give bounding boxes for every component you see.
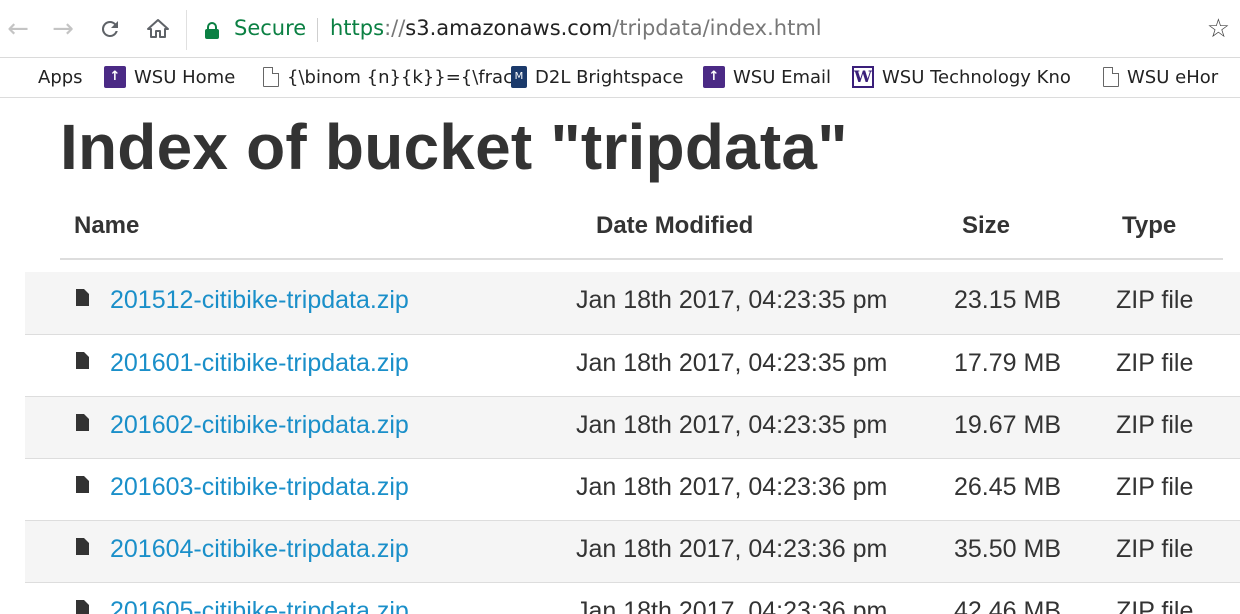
- url-divider: [317, 18, 318, 42]
- url-host: s3.amazonaws.com: [405, 16, 613, 40]
- table-row: 201601-citibike-tripdata.zip Jan 18th 20…: [25, 334, 1240, 396]
- url-separator: ://: [384, 16, 406, 40]
- file-icon: [76, 352, 89, 369]
- bookmark-label: D2L Brightspace: [535, 66, 684, 88]
- bookmark-label: WSU Technology Kno: [882, 66, 1071, 88]
- forward-arrow-icon[interactable]: →: [45, 10, 81, 48]
- file-icon: [76, 600, 89, 614]
- file-type: ZIP file: [1116, 349, 1194, 377]
- bookmark-wsu-email[interactable]: ↑ WSU Email: [703, 64, 831, 90]
- table-row: 201603-citibike-tripdata.zip Jan 18th 20…: [25, 458, 1240, 520]
- file-icon: [76, 538, 89, 555]
- file-date: Jan 18th 2017, 04:23:36 pm: [576, 473, 888, 501]
- bookmark-label: WSU eHor: [1127, 66, 1219, 88]
- column-header-size[interactable]: Size: [962, 212, 1010, 240]
- d2l-icon: M: [511, 66, 527, 88]
- wsu-logo-icon: ↑: [703, 66, 725, 88]
- w-logo-icon: W: [852, 66, 874, 88]
- column-header-name[interactable]: Name: [74, 212, 139, 240]
- bookmark-wsu-ehor[interactable]: WSU eHor: [1100, 64, 1218, 90]
- file-date: Jan 18th 2017, 04:23:35 pm: [576, 286, 888, 314]
- page-title: Index of bucket "tripdata": [60, 111, 848, 183]
- back-arrow-icon[interactable]: ←: [0, 10, 36, 48]
- wsu-logo-icon: ↑: [104, 66, 126, 88]
- bookmark-binom[interactable]: {\binom {n}{k}}={\frac: [260, 64, 513, 90]
- file-link[interactable]: 201603-citibike-tripdata.zip: [110, 473, 409, 502]
- file-size: 23.15 MB: [954, 286, 1062, 314]
- url-scheme: https: [330, 16, 385, 40]
- page-icon: [263, 67, 279, 87]
- file-link[interactable]: 201605-citibike-tripdata.zip: [110, 597, 409, 614]
- header-divider: [60, 258, 1223, 260]
- file-icon: [76, 476, 89, 493]
- file-icon: [76, 289, 89, 306]
- table-row: 201604-citibike-tripdata.zip Jan 18th 20…: [25, 520, 1240, 582]
- file-size: 35.50 MB: [954, 535, 1062, 563]
- bookmark-label: WSU Home: [134, 66, 236, 88]
- file-date: Jan 18th 2017, 04:23:35 pm: [576, 349, 888, 377]
- url-text[interactable]: https://s3.amazonaws.com/tripdata/index.…: [330, 16, 822, 40]
- reload-icon[interactable]: [92, 10, 128, 48]
- bookmark-label: Apps: [38, 66, 83, 88]
- browser-toolbar: ← → Secure https://s3.amazonaws.com/trip…: [0, 0, 1240, 58]
- secure-label: Secure: [234, 16, 307, 40]
- table-row: 201605-citibike-tripdata.zip Jan 18th 20…: [25, 582, 1240, 614]
- apps-grid-icon: [8, 66, 30, 88]
- file-type: ZIP file: [1116, 597, 1194, 614]
- file-date: Jan 18th 2017, 04:23:36 pm: [576, 535, 888, 563]
- bookmark-wsu-home[interactable]: ↑ WSU Home: [104, 64, 235, 90]
- file-size: 19.67 MB: [954, 411, 1062, 439]
- file-date: Jan 18th 2017, 04:23:35 pm: [576, 411, 888, 439]
- page-icon: [1103, 67, 1119, 87]
- bookmark-d2l[interactable]: M D2L Brightspace: [508, 64, 684, 90]
- file-type: ZIP file: [1116, 411, 1194, 439]
- file-link[interactable]: 201604-citibike-tripdata.zip: [110, 535, 409, 564]
- table-row: 201602-citibike-tripdata.zip Jan 18th 20…: [25, 396, 1240, 458]
- lock-icon: [205, 22, 219, 39]
- file-list: 201512-citibike-tripdata.zip Jan 18th 20…: [25, 272, 1240, 614]
- file-type: ZIP file: [1116, 286, 1194, 314]
- file-type: ZIP file: [1116, 473, 1194, 501]
- bookmark-label: {\binom {n}{k}}={\frac: [287, 66, 513, 88]
- column-header-date[interactable]: Date Modified: [596, 212, 753, 240]
- column-header-type[interactable]: Type: [1122, 212, 1176, 240]
- table-row: 201512-citibike-tripdata.zip Jan 18th 20…: [25, 272, 1240, 334]
- bookmark-wsu-technology[interactable]: W WSU Technology Kno: [852, 64, 1071, 90]
- home-icon[interactable]: [140, 10, 176, 48]
- bookmarks-bar: Apps ↑ WSU Home {\binom {n}{k}}={\frac M…: [0, 58, 1240, 98]
- file-link[interactable]: 201601-citibike-tripdata.zip: [110, 349, 409, 378]
- file-size: 42.46 MB: [954, 597, 1062, 614]
- file-icon: [76, 414, 89, 431]
- bookmark-label: WSU Email: [733, 66, 832, 88]
- home-glyph: [147, 19, 169, 38]
- file-date: Jan 18th 2017, 04:23:36 pm: [576, 597, 888, 614]
- bookmark-apps[interactable]: Apps: [8, 64, 83, 90]
- file-type: ZIP file: [1116, 535, 1194, 563]
- address-bar[interactable]: Secure https://s3.amazonaws.com/tripdata…: [186, 10, 1236, 50]
- file-size: 17.79 MB: [954, 349, 1062, 377]
- file-link[interactable]: 201512-citibike-tripdata.zip: [110, 286, 409, 315]
- file-size: 26.45 MB: [954, 473, 1062, 501]
- reload-glyph: [101, 20, 118, 37]
- file-link[interactable]: 201602-citibike-tripdata.zip: [110, 411, 409, 440]
- url-path: /tripdata/index.html: [612, 16, 822, 40]
- bookmark-star-icon[interactable]: ☆: [1207, 14, 1230, 44]
